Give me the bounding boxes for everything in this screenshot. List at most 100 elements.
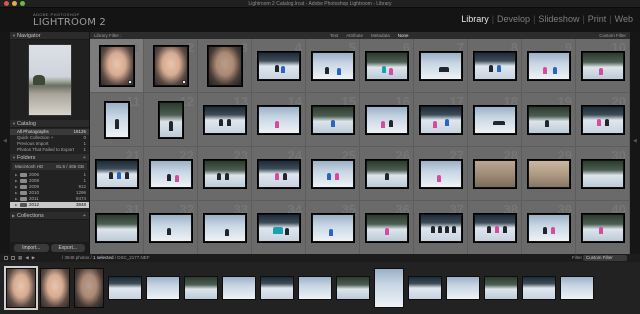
filmstrip-thumbnail[interactable]: [184, 276, 218, 300]
screen-2-icon[interactable]: [11, 256, 15, 260]
grid-cell[interactable]: 4: [252, 39, 306, 93]
grid-cell[interactable]: 38: [468, 201, 522, 255]
grid-cell[interactable]: 17: [414, 93, 468, 147]
grid-cell[interactable]: 8: [468, 39, 522, 93]
right-panel-toggle[interactable]: ◀: [630, 32, 640, 254]
photo-thumbnail[interactable]: [149, 213, 192, 242]
module-web[interactable]: Web: [615, 14, 633, 24]
photo-thumbnail[interactable]: [527, 105, 570, 134]
module-library[interactable]: Library: [461, 14, 489, 24]
grid-cell[interactable]: 7: [414, 39, 468, 93]
photo-thumbnail[interactable]: [203, 105, 246, 134]
filmstrip-thumbnail[interactable]: [336, 276, 370, 300]
filter-tab-attribute[interactable]: Attribute: [346, 32, 363, 39]
catalog-header[interactable]: ▼ Catalog: [10, 120, 89, 128]
filmstrip-thumbnail[interactable]: [40, 268, 70, 308]
folder-item-2012[interactable]: ▶ 2012 3848: [10, 202, 89, 208]
filmstrip-thumbnail[interactable]: [108, 276, 142, 300]
grid-cell[interactable]: 28: [468, 147, 522, 201]
photo-thumbnail[interactable]: [365, 51, 408, 80]
disclosure-icon[interactable]: ▼: [12, 120, 16, 128]
navigator-image[interactable]: [27, 44, 72, 116]
photo-thumbnail[interactable]: [311, 51, 354, 80]
module-slideshow[interactable]: Slideshow: [538, 14, 579, 24]
navigator-preview[interactable]: [10, 40, 89, 120]
grid-cell[interactable]: 12: [144, 93, 198, 147]
filmstrip-thumbnail[interactable]: [484, 276, 518, 300]
photo-thumbnail[interactable]: [527, 51, 570, 80]
grid-cell[interactable]: 19: [522, 93, 576, 147]
disclosure-icon[interactable]: ▶: [12, 212, 15, 220]
filmstrip-thumbnail[interactable]: [222, 276, 256, 300]
grid-cell[interactable]: 30: [576, 147, 630, 201]
screen-1-icon[interactable]: [4, 256, 8, 260]
grid-cell[interactable]: 22: [144, 147, 198, 201]
photo-thumbnail[interactable]: [311, 159, 354, 188]
grid-cell[interactable]: 25: [306, 147, 360, 201]
grid-cell[interactable]: 33: [198, 201, 252, 255]
folder-disclosure-icon[interactable]: ▶: [15, 202, 18, 208]
filter-tab-metadata[interactable]: Metadata: [371, 32, 390, 39]
filmstrip-thumbnail[interactable]: [146, 276, 180, 300]
grid-cell[interactable]: 18: [468, 93, 522, 147]
filmstrip-thumbnail[interactable]: [408, 276, 442, 300]
add-folder-icon[interactable]: +: [83, 154, 86, 162]
photo-thumbnail[interactable]: [311, 105, 354, 134]
grid-cell[interactable]: 1: [90, 39, 144, 93]
filmstrip-thumbnail[interactable]: [446, 276, 480, 300]
grid-cell[interactable]: 32: [144, 201, 198, 255]
photo-thumbnail[interactable]: [203, 213, 246, 242]
photo-thumbnail[interactable]: [257, 159, 300, 188]
grid-cell[interactable]: 35: [306, 201, 360, 255]
grid-cell[interactable]: 20: [576, 93, 630, 147]
grid-cell[interactable]: 2: [144, 39, 198, 93]
grid-cell[interactable]: 21: [90, 147, 144, 201]
grid-cell[interactable]: 3: [198, 39, 252, 93]
photo-thumbnail[interactable]: [95, 213, 138, 242]
photo-thumbnail[interactable]: [419, 105, 462, 134]
photo-thumbnail[interactable]: [473, 159, 516, 188]
photo-thumbnail[interactable]: [581, 51, 624, 80]
grid-cell[interactable]: 37: [414, 201, 468, 255]
add-collection-icon[interactable]: +: [83, 212, 86, 220]
left-panel-toggle[interactable]: ◀: [0, 32, 10, 254]
photo-thumbnail[interactable]: [95, 159, 138, 188]
grid-cell[interactable]: 26: [360, 147, 414, 201]
photo-thumbnail[interactable]: [153, 45, 188, 86]
photo-thumbnail[interactable]: [527, 213, 570, 242]
filter-tab-text[interactable]: Text: [330, 32, 338, 39]
photo-thumbnail[interactable]: [473, 105, 516, 134]
photo-thumbnail[interactable]: [581, 159, 624, 188]
filmstrip-thumbnail[interactable]: [260, 276, 294, 300]
expand-right-icon[interactable]: ◀: [633, 138, 637, 144]
export-button[interactable]: Export...: [50, 244, 85, 252]
grid-cell[interactable]: 6: [360, 39, 414, 93]
module-develop[interactable]: Develop: [497, 14, 530, 24]
photo-thumbnail[interactable]: [419, 213, 462, 242]
grid-cell[interactable]: 11: [90, 93, 144, 147]
photo-thumbnail[interactable]: [257, 213, 300, 242]
module-print[interactable]: Print: [588, 14, 607, 24]
grid-cell[interactable]: 14: [252, 93, 306, 147]
photo-thumbnail[interactable]: [419, 159, 462, 188]
grid-cell[interactable]: 24: [252, 147, 306, 201]
grid-cell[interactable]: 5: [306, 39, 360, 93]
forward-arrow-icon[interactable]: ▶: [32, 254, 35, 262]
photo-thumbnail[interactable]: [311, 213, 354, 242]
grid-cell[interactable]: 9: [522, 39, 576, 93]
collections-header[interactable]: ▶ Collections +: [10, 212, 89, 220]
disclosure-icon[interactable]: ▼: [12, 154, 16, 162]
grid-cell[interactable]: 13: [198, 93, 252, 147]
photo-thumbnail[interactable]: [207, 45, 242, 86]
filmstrip-source[interactable]: / 3848 photos / 1 selected / DSC_2177.NE…: [62, 254, 150, 262]
filmstrip-thumbnail[interactable]: [74, 268, 104, 308]
grid-cell[interactable]: 40: [576, 201, 630, 255]
filmstrip-thumbnail[interactable]: [4, 266, 38, 310]
grid-cell[interactable]: 23: [198, 147, 252, 201]
grid-cell[interactable]: 29: [522, 147, 576, 201]
filter-tab-none[interactable]: None: [398, 32, 409, 39]
folders-header[interactable]: ▼ Folders +: [10, 154, 89, 162]
grid-cell[interactable]: 15: [306, 93, 360, 147]
filmstrip-thumbnail[interactable]: [374, 268, 404, 308]
photo-thumbnail[interactable]: [149, 159, 192, 188]
